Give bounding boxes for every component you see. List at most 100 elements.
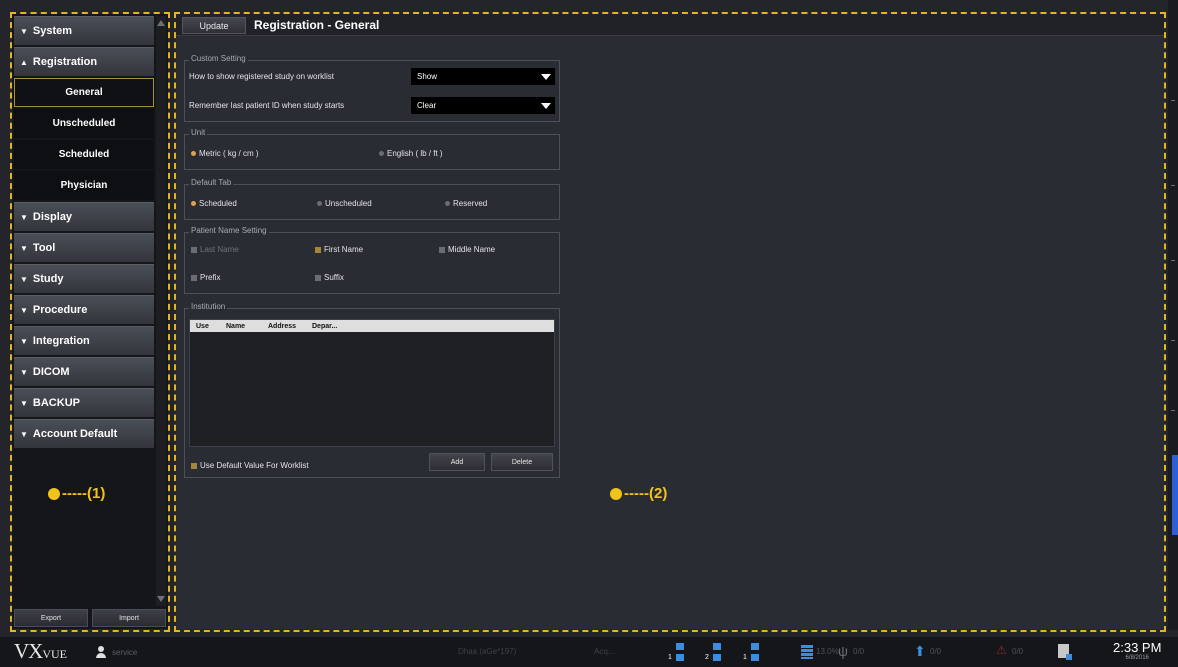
- group-title: Patient Name Setting: [189, 226, 269, 235]
- default-tab-scheduled-radio[interactable]: Scheduled: [191, 199, 237, 208]
- middle-name-checkbox[interactable]: Middle Name: [439, 245, 495, 254]
- checkbox-icon: [191, 274, 197, 281]
- marker-line: -----: [62, 485, 87, 502]
- default-tab-reserved-radio[interactable]: Reserved: [445, 199, 487, 208]
- chevron-down-icon[interactable]: [537, 68, 555, 85]
- worklist-display-select[interactable]: Show: [411, 68, 555, 85]
- checkbox-label: First Name: [324, 245, 364, 254]
- scroll-down-icon[interactable]: [157, 596, 165, 602]
- sidebar-category-tool[interactable]: ▼ Tool: [14, 233, 154, 262]
- network-2-icon[interactable]: 2: [705, 643, 721, 661]
- select-value: Clear: [417, 101, 437, 110]
- sidebar-scrollbar[interactable]: [156, 16, 166, 606]
- upload-icon[interactable]: ⬆: [914, 643, 926, 660]
- main-header: Update Registration - General: [176, 14, 1164, 36]
- group-title: Default Tab: [189, 178, 234, 187]
- sidebar-category-label: Study: [32, 273, 64, 285]
- network-1-icon[interactable]: 1: [668, 643, 684, 661]
- chevron-down-icon: ▼: [20, 429, 28, 439]
- warning-icon[interactable]: ⚠: [996, 643, 1007, 657]
- unit-metric-radio[interactable]: Metric ( kg / cm ): [191, 149, 259, 158]
- scroll-up-icon[interactable]: [157, 20, 165, 26]
- network-3-icon[interactable]: 1: [743, 643, 759, 661]
- chevron-down-icon: ▼: [20, 398, 28, 408]
- remember-id-select[interactable]: Clear: [411, 97, 555, 114]
- group-title: Institution: [189, 302, 228, 311]
- sidebar-footer: Export Import: [14, 609, 166, 627]
- checkbox-icon: [315, 274, 321, 281]
- radio-off-icon: [445, 201, 450, 206]
- sidebar-category-account-default[interactable]: ▼ Account Default: [14, 419, 154, 448]
- sidebar-category-backup[interactable]: ▼ BACKUP: [14, 388, 154, 417]
- sidebar-category-study[interactable]: ▼ Study: [14, 264, 154, 293]
- checkbox-label: Suffix: [324, 273, 344, 282]
- prefix-checkbox[interactable]: Prefix: [191, 273, 220, 282]
- institution-table[interactable]: Use Name Address Depar...: [189, 319, 555, 447]
- sidebar-category-label: System: [32, 25, 73, 37]
- suffix-checkbox[interactable]: Suffix: [315, 273, 344, 282]
- sidebar-item-physician[interactable]: Physician: [14, 171, 154, 200]
- clock: 2:33 PM 6/8/2016: [1113, 640, 1161, 661]
- checkbox-label: Middle Name: [448, 245, 496, 254]
- sidebar-item-scheduled[interactable]: Scheduled: [14, 140, 154, 169]
- chevron-down-icon: ▼: [20, 212, 28, 222]
- network-label: 2: [705, 654, 709, 661]
- worklist-display-label: How to show registered study on worklist: [189, 72, 334, 81]
- edge-tick: [1171, 410, 1175, 411]
- annotation-marker-2: ----- (2): [610, 485, 667, 502]
- chevron-down-icon[interactable]: [537, 97, 555, 114]
- clock-date: 6/8/2016: [1125, 655, 1149, 661]
- user-icon: [96, 646, 106, 658]
- radio-on-icon: [191, 201, 196, 206]
- column-header[interactable]: Depar...: [306, 323, 376, 330]
- sidebar-menu: ▼ System ▲ Registration General Unschedule…: [14, 16, 154, 450]
- unit-english-radio[interactable]: English ( lb / ft ): [379, 149, 443, 158]
- delete-button[interactable]: Delete: [491, 453, 553, 471]
- taskbar-status-1: Dhaa (aGe*197): [458, 647, 517, 656]
- usb-icon[interactable]: ψ: [838, 643, 848, 659]
- checkbox-label: Use Default Value For Worklist: [200, 461, 309, 470]
- edge-tick: [1171, 100, 1175, 101]
- page-title: Registration - General: [254, 18, 380, 32]
- sidebar-item-general[interactable]: General: [14, 78, 154, 107]
- radio-label: Unscheduled: [325, 199, 372, 208]
- first-name-checkbox[interactable]: First Name: [315, 245, 363, 254]
- export-button[interactable]: Export: [14, 609, 88, 627]
- remember-id-label: Remember last patient ID when study star…: [189, 101, 345, 110]
- checkbox-checked-icon: [191, 462, 197, 469]
- default-tab-unscheduled-radio[interactable]: Unscheduled: [317, 199, 372, 208]
- add-button[interactable]: Add: [429, 453, 485, 471]
- upload-count: 0/0: [930, 647, 942, 656]
- taskbar-status-2: Acq...: [594, 647, 615, 656]
- sidebar-category-label: BACKUP: [32, 397, 80, 409]
- storage-icon[interactable]: [801, 645, 813, 659]
- edge-active-tab[interactable]: [1172, 455, 1178, 535]
- sidebar-category-registration[interactable]: ▲ Registration: [14, 47, 154, 76]
- update-button[interactable]: Update: [182, 17, 246, 34]
- unit-group: Unit Metric ( kg / cm ) English ( lb / f…: [184, 128, 560, 170]
- sidebar-category-display[interactable]: ▼ Display: [14, 202, 154, 231]
- sidebar-category-procedure[interactable]: ▼ Procedure: [14, 295, 154, 324]
- edge-tick: [1171, 185, 1175, 186]
- warning-count: 0/0: [1012, 647, 1024, 656]
- column-header[interactable]: Name: [220, 323, 262, 330]
- sidebar-category-dicom[interactable]: ▼ DICOM: [14, 357, 154, 386]
- radio-label: Scheduled: [199, 199, 237, 208]
- document-tray-icon[interactable]: [1058, 644, 1072, 660]
- sidebar-category-integration[interactable]: ▼ Integration: [14, 326, 154, 355]
- patient-name-group: Patient Name Setting Last Name First Nam…: [184, 226, 560, 294]
- chevron-down-icon: ▼: [20, 367, 28, 377]
- last-name-checkbox: Last Name: [191, 245, 239, 254]
- user-indicator[interactable]: service: [96, 646, 137, 658]
- use-default-checkbox[interactable]: Use Default Value For Worklist: [191, 461, 309, 470]
- sidebar-category-system[interactable]: ▼ System: [14, 16, 154, 45]
- checkbox-label: Prefix: [200, 273, 221, 282]
- checkbox-checked-icon: [315, 246, 321, 253]
- column-header[interactable]: Use: [190, 323, 220, 330]
- sidebar-category-label: Account Default: [32, 428, 118, 440]
- chevron-down-icon: ▼: [20, 26, 28, 36]
- sidebar-item-unscheduled[interactable]: Unscheduled: [14, 109, 154, 138]
- annotation-marker-1: ----- (1): [48, 485, 105, 502]
- column-header[interactable]: Address: [262, 323, 306, 330]
- import-button[interactable]: Import: [92, 609, 166, 627]
